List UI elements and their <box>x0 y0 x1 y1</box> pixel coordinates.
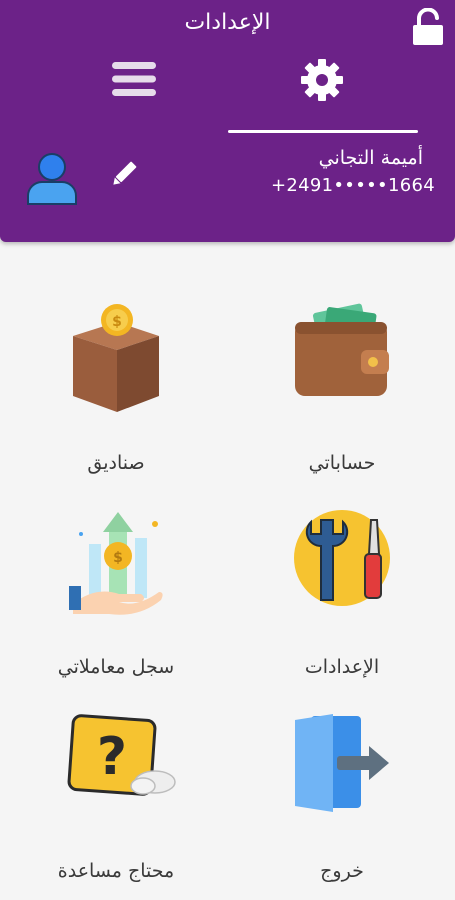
menu-tile-logout[interactable]: خروج <box>262 712 422 892</box>
unlock-icon[interactable] <box>411 8 445 46</box>
svg-text:$: $ <box>113 550 123 566</box>
logout-door-icon <box>295 714 389 812</box>
menu-tile-transactions[interactable]: $ سجل معاملاتي <box>36 508 196 688</box>
piggy-box-icon: $ <box>73 304 159 412</box>
menu-tile-funds[interactable]: $ صناديق <box>36 300 196 480</box>
menu-tile-label: خروج <box>320 860 364 882</box>
tools-icon <box>294 510 390 606</box>
user-phone: +2491•••••1664 <box>271 175 435 196</box>
menu-icon[interactable] <box>112 60 156 98</box>
app-header: الإعدادات أميمة التجاني +2491•••••1664 <box>0 0 455 242</box>
menu-tile-label: سجل معاملاتي <box>57 656 175 678</box>
menu-tile-label: صناديق <box>87 452 145 474</box>
help-question-icon: ? <box>67 714 176 796</box>
edit-pencil-icon[interactable] <box>108 158 140 190</box>
page-title: الإعدادات <box>184 10 271 35</box>
svg-text:?: ? <box>97 727 127 787</box>
menu-tile-label: حساباتي <box>308 452 376 474</box>
avatar[interactable] <box>24 150 80 206</box>
menu-tile-label: محتاج مساعدة <box>57 860 175 882</box>
tab-indicator <box>228 130 418 133</box>
menu-tile-settings[interactable]: الإعدادات <box>262 508 422 688</box>
gear-icon[interactable] <box>298 56 346 104</box>
menu-tile-help[interactable]: ? محتاج مساعدة <box>36 712 196 892</box>
menu-tile-label: الإعدادات <box>304 656 380 678</box>
user-name: أميمة التجاني <box>318 147 423 169</box>
transaction-history-icon: $ <box>69 512 163 615</box>
menu-tile-accounts[interactable]: حساباتي <box>262 300 422 480</box>
wallet-icon <box>295 303 389 396</box>
svg-text:$: $ <box>112 314 122 330</box>
